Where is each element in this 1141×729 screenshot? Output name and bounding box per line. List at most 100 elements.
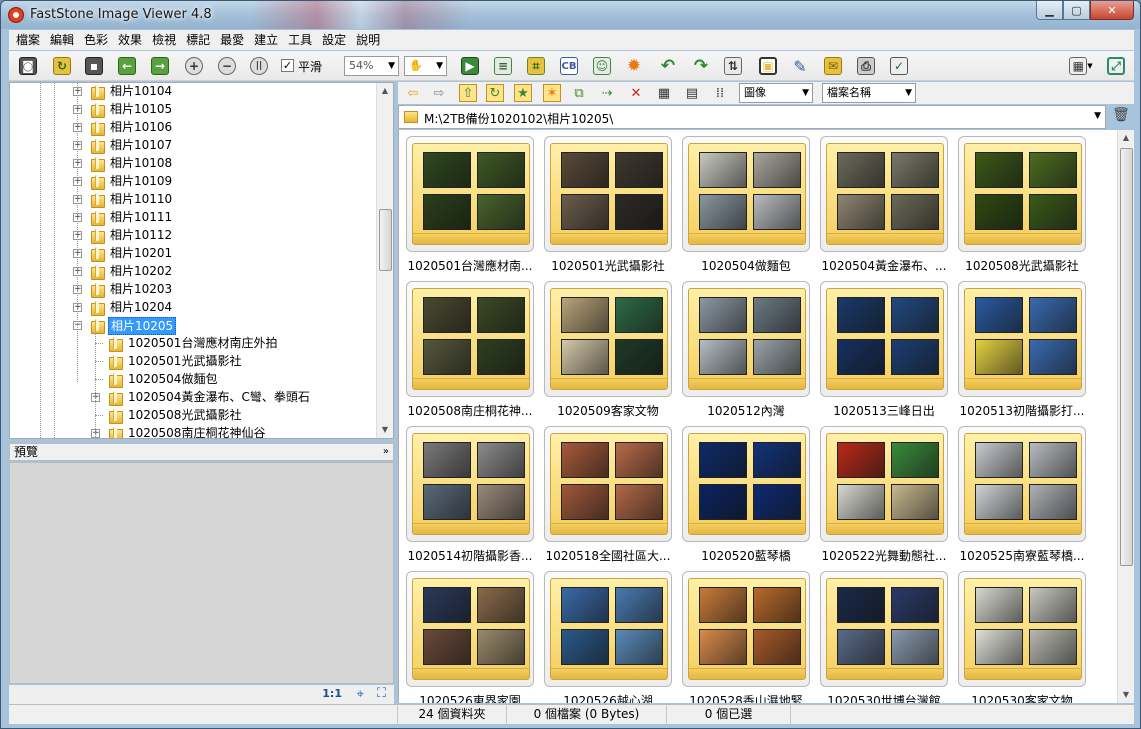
collapse-icon[interactable]: » [383,444,389,460]
menu-item[interactable]: 檔案 [11,30,45,50]
menu-item[interactable]: 檢視 [147,30,181,50]
thumbnail-item[interactable]: 1020513初階攝影打... [958,281,1088,421]
scroll-up-icon[interactable]: ▲ [1118,130,1134,146]
thumbnail-item[interactable]: 1020522光舞動態社... [820,426,950,566]
thumbnail-scrollbar[interactable]: ▲ ▼ [1117,130,1134,703]
tree-item[interactable]: 相片10204 [108,299,174,315]
tree-item[interactable]: 1020501台灣應材南庄外拍 [126,335,279,351]
thumbnail-view-icon[interactable]: ▦ [655,84,673,102]
path-bar[interactable]: M:\2TB備份1020102\相片10205\ ▼ [398,105,1106,129]
tree-item[interactable]: 相片10201 [108,245,174,261]
save-button[interactable]: ▪ [83,55,105,77]
scroll-down-icon[interactable]: ▼ [377,422,393,438]
scroll-down-icon[interactable]: ▼ [1118,687,1134,703]
thumbnail-item[interactable]: 1020526東界家園 [406,571,536,703]
title-bar[interactable]: FastStone Image Viewer 4.8 ▁ ▢ ✕ [1,1,1140,29]
flip-button[interactable]: ⇅ [722,55,744,77]
delete-icon[interactable]: ✕ [627,84,645,102]
thumbnail-item[interactable]: 1020526越心湖 [544,571,674,703]
thumbnail-scroll-thumb[interactable] [1120,148,1133,566]
tree-item[interactable]: 相片10111 [108,209,174,225]
thumbnail-item[interactable]: 1020520藍琴橋 [682,426,812,566]
tree-scrollbar[interactable]: ▲ ▼ [376,83,393,438]
draw-button[interactable]: ✎ [789,55,811,77]
recycle-bin-icon[interactable]: 🗑 [1112,107,1130,127]
menu-item[interactable]: 最愛 [215,30,249,50]
tree-scroll-thumb[interactable] [379,209,392,271]
actual-size-toggle[interactable]: 1:1 [322,687,342,700]
acquire-button[interactable]: ◙ [17,55,39,77]
new-folder-icon[interactable]: ✶ [543,84,561,102]
hand-tool-combo[interactable]: ✋ ▼ [404,56,447,76]
scroll-up-icon[interactable]: ▲ [377,83,393,99]
sort-button[interactable]: ≡ [492,55,514,77]
tree-item[interactable]: 相片10107 [108,137,174,153]
copy-to-icon[interactable]: ⧉ [570,84,588,102]
zoom-out-button[interactable]: − [216,55,238,77]
refresh-folder-icon[interactable]: ↻ [486,84,504,102]
print-button[interactable]: ⎙ [855,55,877,77]
thumbnail-item[interactable]: 1020504做麵包 [682,136,812,276]
tree-item[interactable]: 1020508光武攝影社 [126,407,243,423]
crosshair-icon[interactable]: ⌖ [357,687,364,702]
sort-combo[interactable]: 檔案名稱 ▼ [822,83,916,103]
tree-item-selected[interactable]: 相片10205 [108,317,177,335]
favorite-folder-icon[interactable]: ★ [514,84,532,102]
folder-tree[interactable]: ▲ ▼ + 相片10104 + 相片10105 + 相片10106 + 相片10107 + 相片1… [9,82,394,439]
thumbnail-item[interactable]: 1020512內灣 [682,281,812,421]
view-type-combo[interactable]: 圖像 ▼ [739,83,813,103]
thumbnail-item[interactable]: 1020513三峰日出 [820,281,950,421]
thumbnail-item[interactable]: 1020508南庄桐花神... [406,281,536,421]
thumbnail-item[interactable]: 1020528香山濕地緊 [682,571,812,703]
tree-item[interactable]: 相片10203 [108,281,174,297]
thumbnail-item[interactable]: 1020501光武攝影社 [544,136,674,276]
fit-window-icon[interactable]: ⛶ [377,686,386,701]
menu-item[interactable]: 工具 [283,30,317,50]
close-button[interactable]: ✕ [1090,1,1134,20]
properties-button[interactable]: ✓ [888,55,910,77]
thumbnail-grid[interactable]: ▲ ▼ 1020501台灣應材南... 1020501光武攝影社 1020504做麵… [398,130,1134,703]
menu-item[interactable]: 設定 [317,30,351,50]
rotate-right-button[interactable]: ↷ [690,55,712,77]
fullscreen-button[interactable]: ⤢ [1105,55,1127,77]
brightness-button[interactable]: ✹ [623,55,645,77]
tree-item[interactable]: 1020501光武攝影社 [126,353,243,369]
thumbnail-item[interactable]: 1020530世博台灣館 [820,571,950,703]
email-button[interactable]: ✉ [822,55,844,77]
actual-size-button[interactable]: || [248,55,270,77]
maximize-button[interactable]: ▢ [1063,1,1090,20]
menu-item[interactable]: 效果 [113,30,147,50]
menu-item[interactable]: 建立 [249,30,283,50]
chevron-down-icon[interactable]: ▼ [1094,111,1101,121]
parent-folder-icon[interactable]: ⇧ [459,84,477,102]
tree-item[interactable]: 相片10106 [108,119,174,135]
person-button[interactable]: ☺ [591,55,613,77]
thumbnail-item[interactable]: 1020504黃金瀑布、... [820,136,950,276]
zoom-combo[interactable]: 54% ▼ [344,56,399,76]
list-view-icon[interactable]: ▤ [683,84,701,102]
zoom-in-button[interactable]: + [183,55,205,77]
thumbnail-item[interactable]: 1020509客家文物 [544,281,674,421]
slideshow-button[interactable]: ▶ [459,55,481,77]
move-to-icon[interactable]: ⇢ [598,84,616,102]
tree-item[interactable]: 相片10202 [108,263,174,279]
tree-item[interactable]: 相片10105 [108,101,174,117]
open-folder-button[interactable]: ↻ [51,55,73,77]
tree-item[interactable]: 相片10110 [108,191,174,207]
menu-item[interactable]: 編輯 [45,30,79,50]
menu-item[interactable]: 標記 [181,30,215,50]
tree-item[interactable]: 相片10104 [108,83,174,99]
tree-item[interactable]: 1020508南庄桐花神仙谷 [126,425,267,438]
menu-item[interactable]: 說明 [351,30,385,50]
tree-item[interactable]: 1020504做麵包 [126,371,219,387]
rotate-left-button[interactable]: ↶ [657,55,679,77]
layout-button[interactable]: ▦ ▼ [1067,55,1095,77]
thumbnail-item[interactable]: 1020518全國社區大... [544,426,674,566]
back-icon[interactable]: ⇦ [404,84,422,102]
tree-item[interactable]: 相片10108 [108,155,174,171]
forward-icon[interactable]: ⇨ [430,84,448,102]
tree-item[interactable]: 相片10109 [108,173,174,189]
menu-item[interactable]: 色彩 [79,30,113,50]
crop-button[interactable]: ⌗ [525,55,547,77]
thumbnail-item[interactable]: 1020501台灣應材南... [406,136,536,276]
